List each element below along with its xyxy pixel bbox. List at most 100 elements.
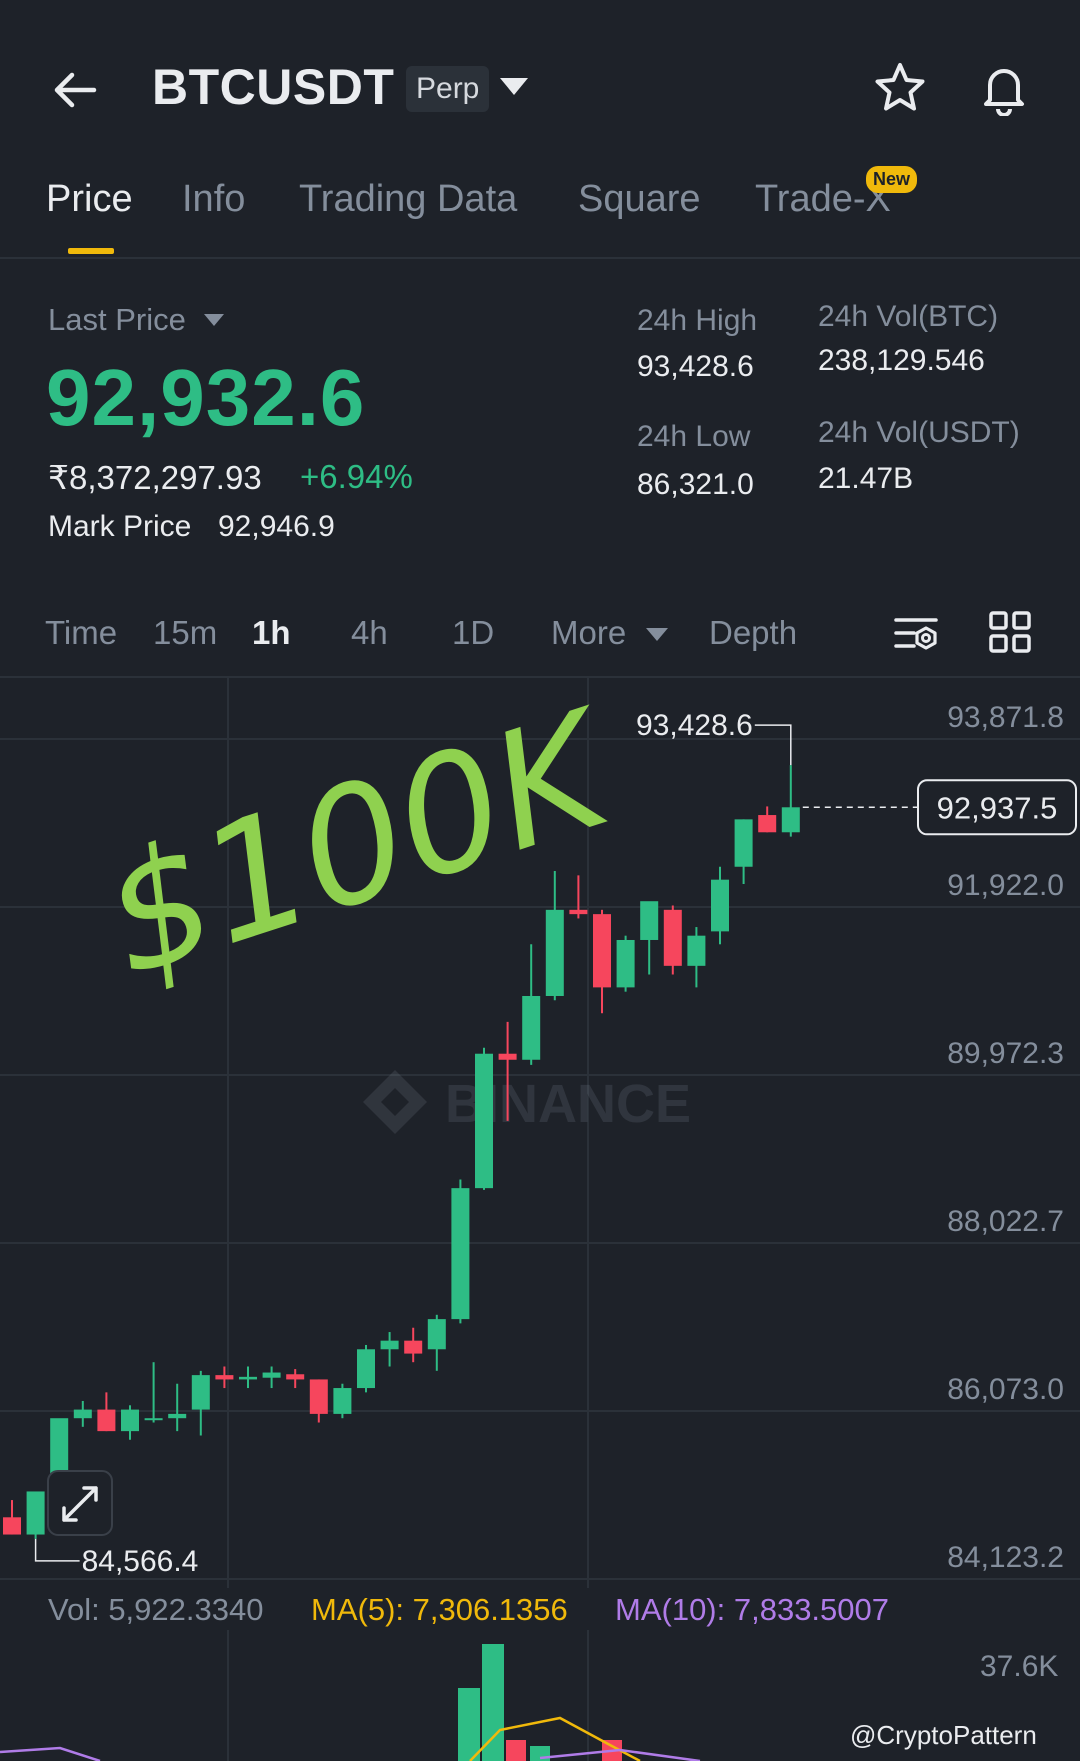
candle-body <box>593 914 611 988</box>
new-badge: New <box>866 166 918 193</box>
candle-body <box>239 1376 257 1380</box>
candle-body <box>144 1418 163 1421</box>
volume-bar <box>458 1688 480 1761</box>
vol-btc-value: 238,129.546 <box>818 344 985 377</box>
candle-body <box>380 1340 399 1350</box>
vol-btc-label: 24h Vol(BTC) <box>818 300 999 333</box>
tab-info[interactable]: Info <box>182 178 245 221</box>
interval-4h[interactable]: 4h <box>351 614 388 652</box>
candle-body <box>663 909 682 966</box>
interval-1h[interactable]: 1h <box>252 614 291 652</box>
chart-settings-icon[interactable] <box>894 612 940 658</box>
bell-icon[interactable] <box>976 60 1032 116</box>
candle <box>26 1491 45 1539</box>
candle <box>475 1047 493 1190</box>
current-price-label: 92,937.5 <box>937 790 1058 825</box>
candle-body <box>357 1349 375 1389</box>
candle <box>569 875 588 919</box>
candle <box>522 944 541 1065</box>
candlestick-chart[interactable]: BINANCE 93,871.8 91,922.0 89,972.3 88,022.7… <box>0 678 1080 1588</box>
candle <box>168 1383 187 1432</box>
binance-logo-icon <box>363 1070 427 1134</box>
volume-value: Vol: 5,922.3340 <box>48 1592 264 1627</box>
mark-price-label: Mark Price <box>48 510 192 543</box>
change-percent: +6.94% <box>300 458 413 495</box>
active-tab-indicator <box>68 248 114 254</box>
candle <box>593 909 611 1014</box>
back-arrow-icon[interactable] <box>48 62 104 118</box>
candle <box>427 1314 446 1371</box>
candle <box>215 1366 234 1389</box>
symbol-title[interactable]: BTCUSDT <box>152 58 394 116</box>
high-label: 24h High <box>637 304 758 337</box>
layout-grid-icon[interactable] <box>988 610 1034 656</box>
candle <box>781 765 800 837</box>
candle-body <box>26 1491 45 1535</box>
last-price-label[interactable]: Last Price <box>48 302 186 338</box>
caret-down-icon[interactable] <box>646 628 668 641</box>
candle <box>734 819 753 884</box>
interval-1d[interactable]: 1D <box>452 614 494 652</box>
watermark-handle: @CryptoPattern <box>850 1720 1037 1750</box>
candle <box>191 1370 210 1436</box>
vol-usdt-value: 21.47B <box>818 462 914 495</box>
candle-body <box>262 1372 281 1378</box>
candle <box>545 871 564 1001</box>
candle-body <box>3 1517 21 1535</box>
candle <box>357 1344 375 1393</box>
tab-price[interactable]: Price <box>46 178 133 221</box>
candle-body <box>286 1374 305 1380</box>
candle <box>404 1327 423 1363</box>
candle-body <box>168 1413 187 1419</box>
candle <box>451 1179 470 1324</box>
divider <box>0 257 1080 259</box>
candle <box>73 1400 92 1427</box>
y-tick-label: 89,972.3 <box>947 1037 1064 1070</box>
candle <box>144 1362 163 1423</box>
binance-watermark: BINANCE <box>363 1070 691 1134</box>
candle-body <box>498 1053 517 1060</box>
candle-body <box>616 939 635 988</box>
candle-body <box>522 995 541 1060</box>
tab-square[interactable]: Square <box>578 178 701 221</box>
candle-body <box>309 1379 328 1414</box>
candle <box>286 1369 305 1389</box>
star-icon[interactable] <box>872 60 928 116</box>
candle-body <box>640 901 659 940</box>
caret-down-icon[interactable] <box>500 78 528 95</box>
volume-bar <box>506 1740 526 1761</box>
vol-usdt-label: 24h Vol(USDT) <box>818 416 1020 449</box>
candle <box>711 866 729 945</box>
y-tick-label: 84,123.2 <box>947 1541 1064 1574</box>
candle-body <box>451 1188 470 1320</box>
tab-trading-data[interactable]: Trading Data <box>299 178 517 221</box>
y-tick-label: 86,073.0 <box>947 1373 1064 1406</box>
low-marker-label: 84,566.4 <box>82 1545 199 1578</box>
caret-down-icon[interactable] <box>204 314 224 326</box>
candle-body <box>781 807 800 833</box>
candle-body <box>333 1388 352 1414</box>
candle <box>121 1405 139 1440</box>
candle <box>239 1366 257 1389</box>
candle <box>640 901 659 975</box>
high-value: 93,428.6 <box>637 350 754 383</box>
candle-body <box>97 1409 116 1432</box>
ma5-value: MA(5): 7,306.1356 <box>311 1592 568 1627</box>
candle <box>663 905 682 975</box>
y-tick-label: 93,871.8 <box>947 701 1064 734</box>
interval-15m[interactable]: 15m <box>153 614 217 652</box>
y-tick-label: 91,922.0 <box>947 869 1064 902</box>
contract-type-badge: Perp <box>406 66 490 112</box>
interval-depth[interactable]: Depth <box>709 614 797 652</box>
candle <box>687 927 706 988</box>
candle-body <box>758 815 777 833</box>
interval-more[interactable]: More <box>551 614 626 652</box>
candle-body <box>215 1375 234 1380</box>
volume-bar <box>530 1746 550 1761</box>
mark-price-value: 92,946.9 <box>218 510 335 543</box>
expand-icon[interactable] <box>47 1470 113 1536</box>
interval-time[interactable]: Time <box>45 614 117 652</box>
low-label: 24h Low <box>637 420 751 453</box>
candle-body <box>475 1053 493 1189</box>
y-tick-label: 88,022.7 <box>947 1205 1064 1238</box>
